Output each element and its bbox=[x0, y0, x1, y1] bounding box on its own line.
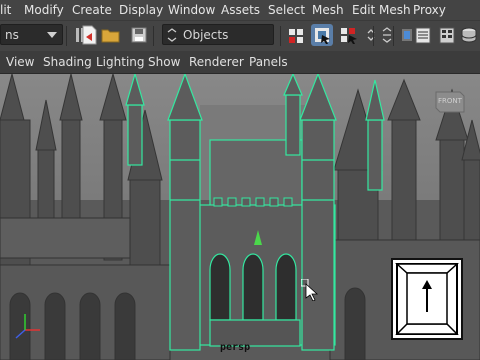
viewcube-label: FRONT bbox=[438, 97, 462, 105]
panel-menubar: View Shading Lighting Show Renderer Pane… bbox=[0, 51, 480, 74]
save-scene-icon[interactable] bbox=[128, 24, 150, 46]
open-scene-icon[interactable] bbox=[100, 24, 122, 46]
main-menubar: lit Modify Create Display Window Assets … bbox=[0, 0, 480, 20]
attribute-editor-icon[interactable] bbox=[412, 24, 434, 46]
menu-set-value: ns bbox=[5, 28, 19, 42]
panel-menu-show[interactable]: Show bbox=[148, 55, 180, 69]
panel-menu-renderer[interactable]: Renderer bbox=[189, 55, 244, 69]
snap-menu-icon[interactable] bbox=[376, 24, 398, 46]
menu-edit-mesh[interactable]: Edit Mesh bbox=[352, 3, 411, 17]
chevron-stack-icon bbox=[167, 28, 177, 42]
viewcube[interactable]: FRONT bbox=[432, 88, 466, 114]
menu-set-combo[interactable]: ns bbox=[0, 24, 63, 45]
selection-mode-combo[interactable]: Objects bbox=[162, 24, 274, 45]
menu-assets[interactable]: Assets bbox=[221, 3, 260, 17]
panel-menu-panels[interactable]: Panels bbox=[249, 55, 288, 69]
menu-create[interactable]: Create bbox=[72, 3, 112, 17]
camera-label: persp bbox=[220, 342, 251, 353]
up-arrow-key-icon bbox=[395, 263, 459, 335]
menu-proxy[interactable]: Proxy bbox=[413, 3, 446, 17]
menu-window[interactable]: Window bbox=[168, 3, 215, 17]
panel-menu-shading[interactable]: Shading bbox=[43, 55, 92, 69]
selection-mode-value: Objects bbox=[183, 28, 229, 42]
menu-edit[interactable]: lit bbox=[0, 3, 11, 17]
panel-menu-view[interactable]: View bbox=[6, 55, 34, 69]
selection-mask-icon[interactable] bbox=[286, 24, 308, 46]
mouse-cursor-icon bbox=[301, 279, 319, 301]
render-settings-icon[interactable] bbox=[458, 24, 480, 46]
menu-modify[interactable]: Modify bbox=[24, 3, 64, 17]
select-by-hierarchy-icon[interactable] bbox=[311, 24, 333, 46]
menu-mesh[interactable]: Mesh bbox=[312, 3, 344, 17]
menu-display[interactable]: Display bbox=[119, 3, 163, 17]
keypress-overlay bbox=[391, 258, 463, 340]
dropdown-arrow-icon bbox=[47, 32, 57, 38]
select-by-object-icon[interactable] bbox=[338, 24, 360, 46]
new-scene-icon[interactable] bbox=[78, 24, 100, 46]
menu-select[interactable]: Select bbox=[268, 3, 305, 17]
panel-menu-lighting[interactable]: Lighting bbox=[96, 55, 145, 69]
channel-box-icon[interactable] bbox=[436, 24, 458, 46]
